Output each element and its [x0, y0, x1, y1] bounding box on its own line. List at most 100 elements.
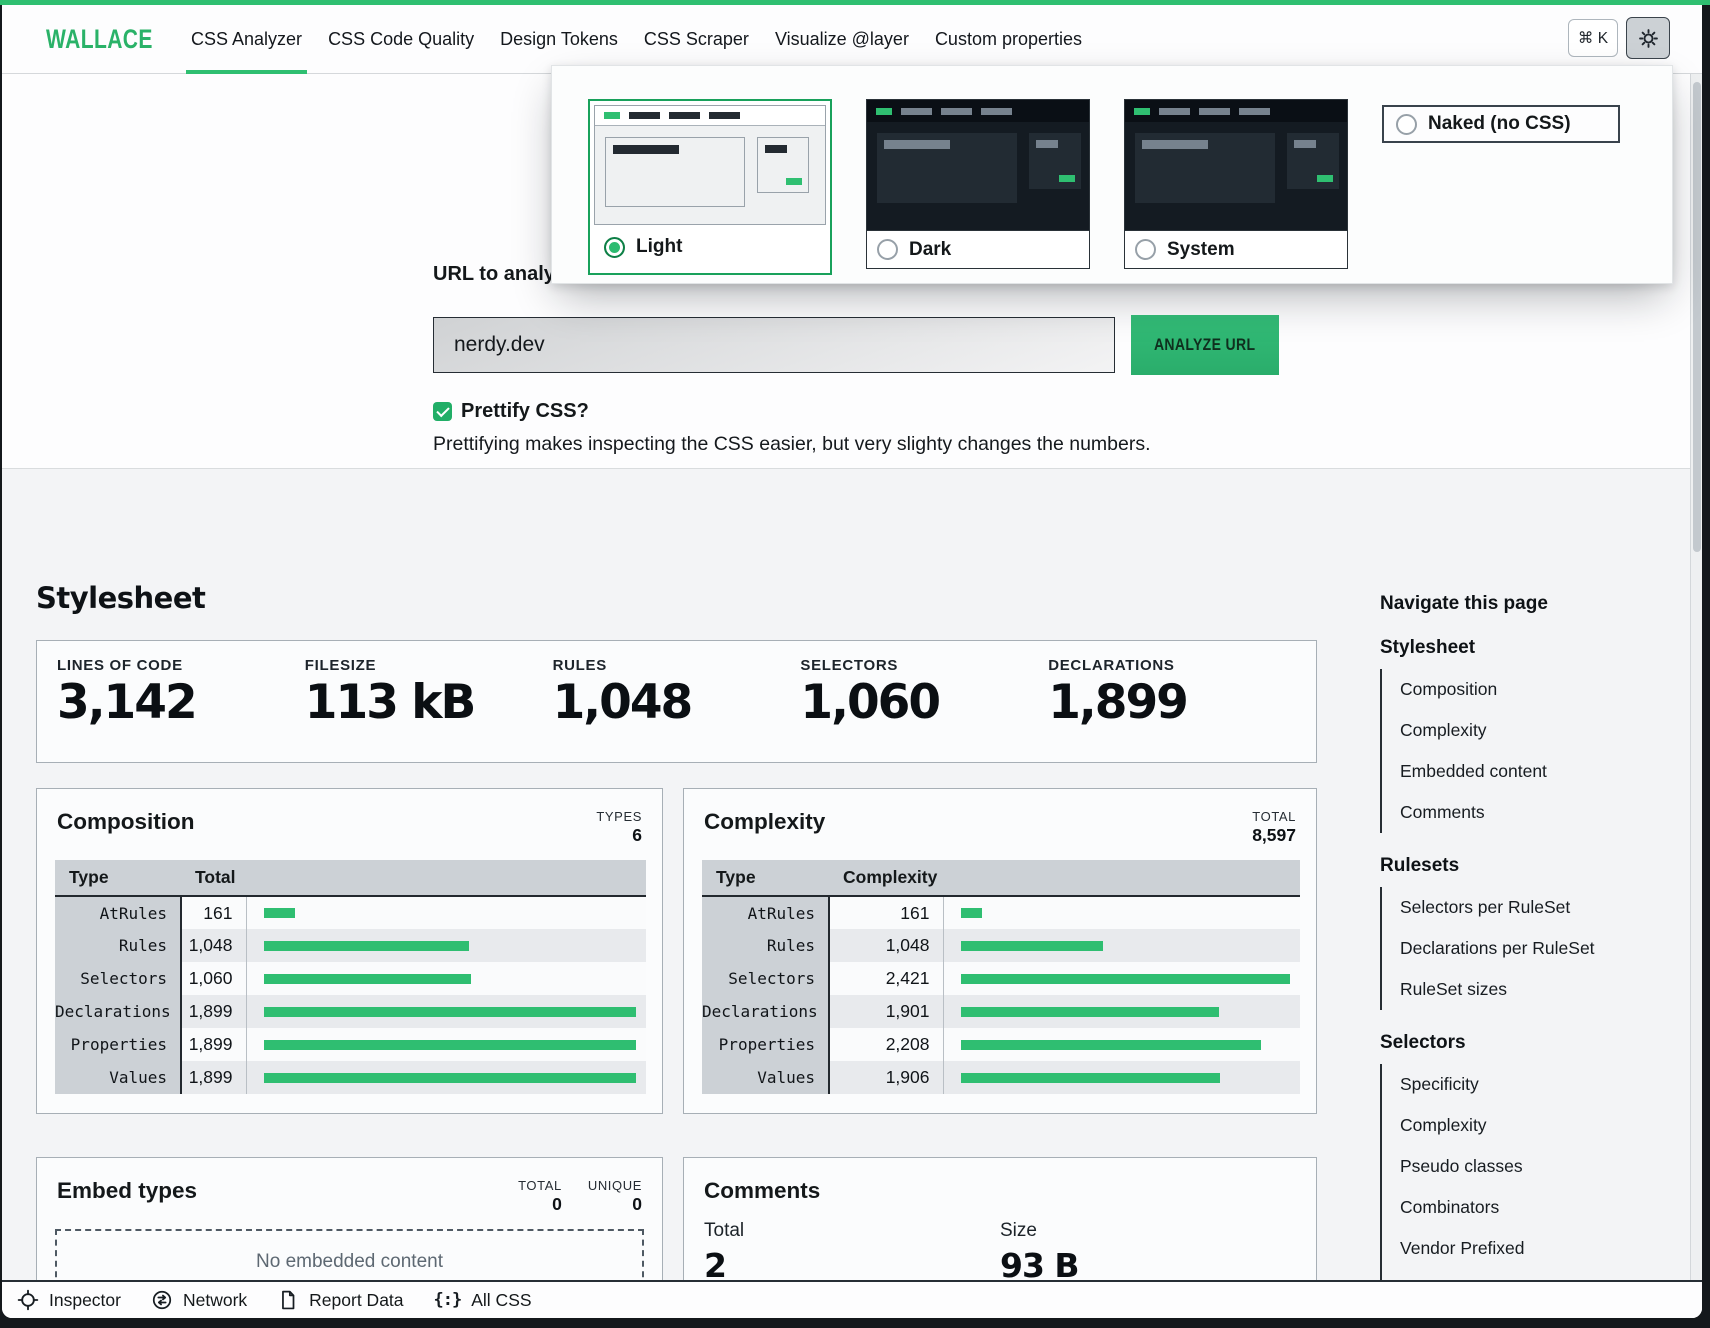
- bar: [961, 1040, 1262, 1050]
- table-row: Properties 2,208: [702, 1028, 1300, 1061]
- stat-lines-of-code: LINES OF CODE 3,142: [57, 657, 305, 762]
- vertical-scrollbar[interactable]: [1690, 74, 1702, 1318]
- tab-all-css[interactable]: {:} All CSS: [434, 1290, 532, 1311]
- page-nav-heading-rulesets[interactable]: Rulesets: [1380, 855, 1632, 877]
- page-nav-heading-stylesheet[interactable]: Stylesheet: [1380, 637, 1632, 659]
- stat-rules: RULES 1,048: [553, 657, 801, 762]
- bar: [264, 1007, 637, 1017]
- prettify-note: Prettifying makes inspecting the CSS eas…: [433, 433, 1151, 456]
- bar: [264, 908, 296, 918]
- nav-custom-properties[interactable]: Custom properties: [922, 5, 1095, 74]
- col-header-complexity: Complexity: [829, 860, 1300, 896]
- theme-toggle-button[interactable]: [1626, 17, 1670, 59]
- bar: [264, 941, 470, 951]
- preview-body: [595, 126, 825, 224]
- table-row: Rules 1,048: [55, 929, 646, 962]
- bar: [961, 941, 1104, 951]
- col-header-type: Type: [702, 860, 829, 896]
- tab-inspector[interactable]: Inspector: [17, 1289, 121, 1311]
- main-header: WALLACE CSS Analyzer CSS Code Quality De…: [2, 5, 1702, 74]
- page-nav-item-ruleset-sizes[interactable]: RuleSet sizes: [1382, 969, 1632, 1010]
- page-nav-item-selector-complexity[interactable]: Complexity: [1382, 1105, 1632, 1146]
- radio-naked[interactable]: [1396, 114, 1417, 135]
- comments-total-metric: Total 2: [704, 1220, 1000, 1285]
- radio-light[interactable]: [604, 237, 625, 258]
- scrollbar-thumb[interactable]: [1693, 82, 1701, 552]
- top-accent-bar: [0, 0, 1710, 5]
- theme-option-system[interactable]: System: [1124, 99, 1348, 269]
- wallace-logo[interactable]: WALLACE: [46, 5, 183, 74]
- complexity-title: Complexity: [704, 809, 825, 835]
- page-nav-item-comments[interactable]: Comments: [1382, 792, 1632, 833]
- preview-logo-chip: [604, 112, 620, 119]
- stat-selectors: SELECTORS 1,060: [800, 657, 1048, 762]
- bar: [961, 974, 1291, 984]
- radio-system[interactable]: [1135, 239, 1156, 260]
- bar: [264, 1040, 637, 1050]
- nav-visualize-layer[interactable]: Visualize @layer: [762, 5, 922, 74]
- theme-label-light: Light: [636, 236, 682, 258]
- page-nav-item-composition[interactable]: Composition: [1382, 669, 1632, 710]
- page-nav-item-embedded-content[interactable]: Embedded content: [1382, 751, 1632, 792]
- tab-network[interactable]: Network: [151, 1289, 247, 1311]
- bar: [961, 908, 983, 918]
- nav-css-analyzer[interactable]: CSS Analyzer: [178, 5, 315, 74]
- bar: [264, 1073, 637, 1083]
- table-row: Rules 1,048: [702, 929, 1300, 962]
- prettify-checkbox[interactable]: [433, 402, 452, 421]
- page-nav-item-selectors-per-ruleset[interactable]: Selectors per RuleSet: [1382, 887, 1632, 928]
- theme-option-naked[interactable]: Naked (no CSS): [1382, 105, 1620, 143]
- page-nav-item-pseudo-classes[interactable]: Pseudo classes: [1382, 1146, 1632, 1187]
- embed-total-badge: TOTAL 0: [518, 1178, 562, 1215]
- table-row: AtRules 161: [702, 896, 1300, 929]
- comments-size-metric: Size 93 B: [1000, 1220, 1296, 1285]
- theme-label-naked: Naked (no CSS): [1428, 113, 1571, 135]
- nav-css-scraper[interactable]: CSS Scraper: [631, 5, 762, 74]
- table-row: AtRules 161: [55, 896, 646, 929]
- analyze-url-button[interactable]: ANALYZE URL: [1131, 315, 1279, 375]
- col-header-type: Type: [55, 860, 181, 896]
- page-nav-title: Navigate this page: [1380, 593, 1632, 615]
- stat-declarations: DECLARATIONS 1,899: [1048, 657, 1296, 762]
- theme-preview-light: [594, 105, 826, 225]
- table-row: Selectors 1,060: [55, 962, 646, 995]
- page-nav-heading-selectors[interactable]: Selectors: [1380, 1032, 1632, 1054]
- sun-icon: [1637, 27, 1660, 50]
- page-nav: Navigate this page Stylesheet Compositio…: [1380, 593, 1632, 1310]
- stat-filesize: FILESIZE 113 kB: [305, 657, 553, 762]
- theme-label-system: System: [1167, 239, 1235, 261]
- nav-design-tokens[interactable]: Design Tokens: [487, 5, 631, 74]
- table-row: Values 1,906: [702, 1061, 1300, 1094]
- theme-menu: Light Dark: [551, 65, 1673, 284]
- bar: [961, 1073, 1220, 1083]
- theme-option-dark[interactable]: Dark: [866, 99, 1090, 269]
- theme-preview-dark: [867, 100, 1089, 230]
- page-nav-item-combinators[interactable]: Combinators: [1382, 1187, 1632, 1228]
- page-nav-item-declarations-per-ruleset[interactable]: Declarations per RuleSet: [1382, 928, 1632, 969]
- command-palette-button[interactable]: ⌘ K: [1568, 19, 1618, 57]
- radio-dark[interactable]: [877, 239, 898, 260]
- nav-css-code-quality[interactable]: CSS Code Quality: [315, 5, 487, 74]
- tab-report-data[interactable]: Report Data: [277, 1289, 403, 1311]
- main-nav: CSS Analyzer CSS Code Quality Design Tok…: [178, 5, 1095, 74]
- prettify-label: Prettify CSS?: [461, 400, 589, 423]
- crosshair-icon: [17, 1289, 39, 1311]
- embed-unique-badge: UNIQUE 0: [588, 1178, 642, 1215]
- theme-preview-system: [1125, 100, 1347, 230]
- table-row: Values 1,899: [55, 1061, 646, 1094]
- composition-table: Type Total AtRules 161 Rules 1,048 Selec…: [55, 860, 646, 1094]
- network-icon: [151, 1289, 173, 1311]
- url-input[interactable]: [433, 317, 1115, 373]
- page-nav-item-complexity[interactable]: Complexity: [1382, 710, 1632, 751]
- complexity-panel: Complexity TOTAL 8,597 Type Complexity A…: [683, 788, 1317, 1114]
- preview-nav: [595, 106, 825, 126]
- col-header-total: Total: [181, 860, 646, 896]
- theme-option-light[interactable]: Light: [588, 99, 832, 275]
- page-nav-item-specificity[interactable]: Specificity: [1382, 1064, 1632, 1105]
- table-row: Declarations 1,901: [702, 995, 1300, 1028]
- composition-types-badge: TYPES 6: [596, 809, 642, 846]
- page-nav-item-vendor-prefixed[interactable]: Vendor Prefixed: [1382, 1228, 1632, 1269]
- table-row: Declarations 1,899: [55, 995, 646, 1028]
- document-icon: [277, 1289, 299, 1311]
- braces-icon: {:}: [434, 1290, 462, 1310]
